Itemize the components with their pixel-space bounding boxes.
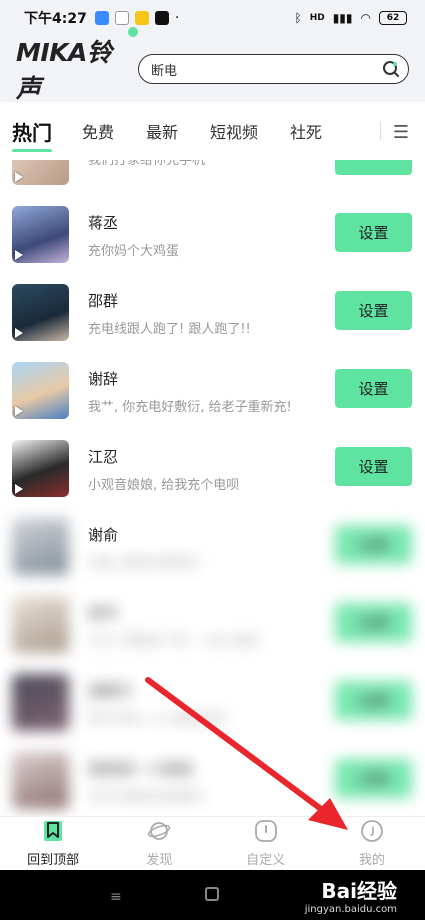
item-desc: 再不充电, 小心我收拾你: [88, 712, 227, 727]
list-item[interactable]: 我是我一小姐姐 可可可爱的充电提示 设置: [0, 740, 425, 816]
item-name: 江忍: [88, 448, 119, 466]
logo-dot: [128, 27, 138, 37]
gmail-icon: [114, 11, 129, 25]
item-name: 我是我一小姐姐: [88, 760, 194, 778]
list-item[interactable]: 谢聊行 再不充电, 小心我收拾你 设置: [0, 662, 425, 740]
menu-icon[interactable]: ☰: [393, 122, 409, 143]
avatar: [12, 596, 69, 653]
avatar: [12, 752, 69, 809]
item-desc: 充电线跟人跑了! 跟人跑了!!: [88, 322, 251, 337]
list-item[interactable]: 江忍 小观音娘娘, 给我充个电呗 设置: [0, 428, 425, 506]
play-icon[interactable]: [15, 328, 23, 338]
set-button[interactable]: 设置: [335, 447, 412, 486]
custom-icon: [254, 820, 277, 842]
avatar: [12, 674, 69, 731]
play-icon[interactable]: [15, 172, 23, 182]
baidu-watermark: Bai经验 jingyan.baidu.com: [305, 875, 397, 915]
item-desc: 我艹, 你充电好敷衍, 给老子重新充!: [88, 400, 292, 415]
item-name: 谢韦: [88, 604, 119, 622]
item-name: 谢聊行: [88, 682, 134, 700]
list-item[interactable]: 谢俞 充电, 我的好哥哥们 设置: [0, 506, 425, 584]
item-name: 蒋丞: [88, 214, 119, 232]
battery-level: 62: [386, 13, 400, 23]
set-button[interactable]: [335, 160, 412, 175]
system-menu-icon[interactable]: ≡: [110, 889, 122, 905]
bluetooth-icon: ᛒ: [294, 11, 302, 25]
nav-back-to-top[interactable]: 回到顶部: [0, 817, 106, 870]
logo-text: MIKA铃声: [16, 38, 112, 103]
search-value: 断电: [151, 63, 178, 79]
profile-icon: [360, 820, 383, 842]
set-button[interactable]: 设置: [335, 369, 412, 408]
set-button[interactable]: 设置: [335, 525, 412, 564]
set-button[interactable]: 设置: [335, 603, 412, 642]
item-name: 谢辞: [88, 370, 119, 388]
tab-latest[interactable]: 最新: [146, 119, 178, 143]
nav-mine[interactable]: 我的: [319, 817, 425, 870]
signal-icon: ▮▮▮: [332, 11, 353, 25]
set-button[interactable]: 设置: [335, 213, 412, 252]
avatar: [12, 518, 69, 575]
avatar: [12, 206, 69, 263]
nav-label: 我的: [358, 853, 385, 868]
category-tabs: 热门 免费 最新 短视频 社死 ☰: [0, 102, 425, 160]
battery-icon: 62: [379, 11, 407, 25]
list-item[interactable]: 蒋丞 充你妈个大鸡蛋 设置: [0, 194, 425, 272]
tab-hot[interactable]: 热门: [12, 117, 52, 152]
list-item[interactable]: 谢辞 我艹, 你充电好敷衍, 给老子重新充! 设置: [0, 350, 425, 428]
nav-label: 回到顶部: [27, 853, 80, 868]
nav-label: 发现: [146, 853, 173, 868]
set-button[interactable]: 设置: [335, 681, 412, 720]
status-app-icons: ·: [94, 10, 180, 26]
item-desc: 江沉, 帮我充个电, 一会儿就好: [88, 634, 261, 649]
tab-social-death[interactable]: 社死: [290, 119, 322, 143]
tiktok-icon: [154, 11, 169, 25]
status-time: 下午4:27: [24, 11, 87, 27]
list-item[interactable]: 邵群 充电线跟人跑了! 跟人跑了!! 设置: [0, 272, 425, 350]
weather-icon: [134, 11, 149, 25]
bottom-nav: 回到顶部 发现 自定义 我的: [0, 816, 425, 870]
tab-short-video[interactable]: 短视频: [210, 119, 258, 143]
search-icon[interactable]: [382, 60, 400, 78]
search-input[interactable]: 断电: [138, 54, 409, 84]
list-item[interactable]: 谢韦 江沉, 帮我充个电, 一会儿就好 设置: [0, 584, 425, 662]
item-desc: 小观音娘娘, 给我充个电呗: [88, 478, 240, 493]
set-button[interactable]: 设置: [335, 759, 412, 798]
nav-discover[interactable]: 发现: [106, 817, 212, 870]
item-desc: 充电, 我的好哥哥们: [88, 556, 201, 571]
nav-label: 自定义: [246, 853, 286, 868]
list-item[interactable]: 我们打家给你充手机: [0, 160, 425, 185]
avatar: [12, 440, 69, 497]
tab-divider: [380, 122, 381, 140]
watermark-url: jingyan.baidu.com: [304, 904, 397, 915]
nav-custom[interactable]: 自定义: [213, 817, 319, 870]
play-icon[interactable]: [15, 250, 23, 260]
avatar: [12, 160, 69, 185]
system-home-icon[interactable]: [205, 887, 219, 901]
network-label: HD: [309, 13, 325, 23]
wifi-icon: ◠: [360, 11, 371, 25]
status-dot: ·: [174, 10, 180, 26]
play-icon[interactable]: [15, 484, 23, 494]
ringtone-list: 我们打家给你充手机 蒋丞 充你妈个大鸡蛋 设置 邵群 充电线跟人跑了! 跟人跑了…: [0, 160, 425, 816]
item-name: 邵群: [88, 292, 119, 310]
bookmark-icon: [44, 821, 63, 841]
item-desc: 我们打家给你充手机: [88, 160, 206, 168]
watermark-brand: Bai经验: [321, 879, 397, 903]
set-button[interactable]: 设置: [335, 291, 412, 330]
tab-free[interactable]: 免费: [82, 119, 114, 143]
item-desc: 充你妈个大鸡蛋: [88, 244, 180, 259]
bluetooth-app-icon: [94, 11, 109, 25]
status-bar: 下午4:27 · ᛒ HD ▮▮▮ ◠ 62: [0, 0, 425, 36]
planet-icon: [148, 822, 171, 840]
item-desc: 可可可爱的充电提示: [88, 790, 206, 805]
avatar: [12, 362, 69, 419]
play-icon[interactable]: [15, 406, 23, 416]
app-header: MIKA铃声 断电: [0, 27, 425, 105]
item-name: 谢俞: [88, 526, 119, 544]
app-logo: MIKA铃声: [16, 27, 138, 105]
status-right-icons: ᛒ HD ▮▮▮ ◠ 62: [294, 11, 407, 25]
avatar: [12, 284, 69, 341]
